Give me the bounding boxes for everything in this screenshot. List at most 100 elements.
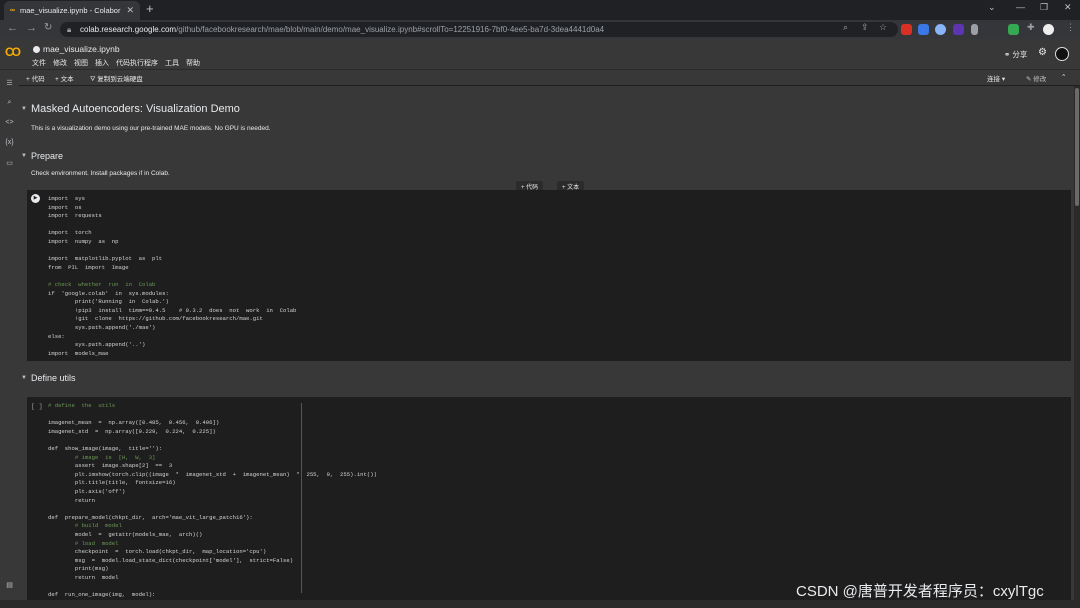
tab-search-icon[interactable]: ⌄ — [988, 2, 996, 13]
notebook-title: Masked Autoencoders: Visualization Demo — [31, 103, 240, 115]
menu-help[interactable]: 帮助 — [186, 58, 200, 68]
colab-logo[interactable]: CO — [5, 45, 21, 59]
extension-icon-2[interactable] — [918, 24, 929, 35]
share-button[interactable]: ⚭ 分享 — [1004, 49, 1027, 60]
add-code-button[interactable]: + 代码 — [26, 73, 45, 83]
terminal-icon[interactable]: ▤ — [4, 581, 15, 589]
lock-icon: 🔒︎ — [67, 25, 72, 34]
minimize-icon[interactable]: — — [1016, 2, 1025, 12]
extensions-puzzle-icon[interactable]: ✚ — [1027, 22, 1035, 33]
code-cell-utils[interactable]: [ ] # define the utils imagenet_mean = np… — [27, 397, 1071, 602]
extension-icon-4[interactable] — [953, 24, 964, 35]
browser-tab[interactable]: ∞ mae_visualize.ipynb - Colabor ✕ — [4, 1, 140, 20]
run-cell-icon[interactable]: ▶ — [31, 194, 40, 203]
code-line: model = getattr(models_mae, arch)() — [48, 530, 203, 538]
extension-icon-6[interactable] — [1008, 24, 1019, 35]
tab-title: mae_visualize.ipynb - Colabor — [20, 6, 121, 15]
close-tab-icon[interactable]: ✕ — [126, 5, 134, 16]
reload-icon[interactable]: ↻ — [44, 22, 52, 33]
new-tab-icon[interactable]: + — [146, 1, 154, 16]
extension-icon-1[interactable] — [901, 24, 912, 35]
forward-icon[interactable]: → — [26, 22, 37, 34]
settings-gear-icon[interactable]: ⚙ — [1038, 47, 1047, 58]
copy-to-drive-button[interactable]: ⛛ 复制到云端硬盘 — [90, 73, 143, 84]
section-prepare: ▼ Prepare — [19, 151, 1074, 161]
code-line: def prepare_model(chkpt_dir, arch='mae_v… — [48, 513, 253, 521]
edit-mode-button[interactable]: ✎ 修改 — [1026, 73, 1046, 83]
browser-tab-bar: ∞ mae_visualize.ipynb - Colabor ✕ + ⌄ — … — [0, 0, 1080, 20]
add-text-button[interactable]: + 文本 — [55, 73, 74, 83]
menu-tools[interactable]: 工具 — [165, 58, 179, 68]
code-editor[interactable]: # define the utils imagenet_mean = np.arr… — [48, 402, 377, 600]
github-icon — [33, 46, 40, 53]
intro-text: This is a visualization demo using our p… — [31, 125, 271, 132]
code-line: plt.axis('off') — [48, 487, 126, 495]
extension-icon-5[interactable] — [971, 24, 978, 35]
menu-runtime[interactable]: 代码执行程序 — [116, 58, 158, 68]
close-window-icon[interactable]: ✕ — [1064, 2, 1072, 13]
profile-icon[interactable] — [1043, 24, 1054, 35]
files-folder-icon[interactable]: ▭ — [4, 159, 15, 167]
toc-icon[interactable]: ☰ — [4, 79, 15, 87]
menu-insert[interactable]: 插入 — [95, 58, 109, 68]
code-editor[interactable]: import sys import os import requests import… — [48, 195, 296, 358]
connect-label: 连接 — [987, 76, 1000, 83]
utils-heading: Define utils — [31, 373, 76, 383]
url-input[interactable]: 🔒︎ colab.research.google.com/github/faceb… — [60, 22, 898, 37]
menu-file[interactable]: 文件 — [32, 58, 46, 68]
scrollbar-thumb[interactable] — [1075, 88, 1079, 206]
code-line: import os — [48, 203, 82, 211]
bookmark-star-icon[interactable]: ☆ — [879, 22, 887, 33]
browser-address-bar: ← → ↻ 🔒︎ colab.research.google.com/github… — [0, 20, 1080, 39]
collapse-caret-icon[interactable]: ▼ — [21, 153, 31, 159]
code-line: def show_image(image, title=''): — [48, 444, 163, 452]
code-cell-prepare[interactable]: ▶ import sys import os import requests impo… — [27, 190, 1071, 361]
execution-count[interactable]: [ ] — [31, 403, 43, 410]
browser-menu-icon[interactable]: ⋮ — [1066, 22, 1075, 33]
section-title: ▼ Masked Autoencoders: Visualization Dem… — [19, 103, 1074, 115]
code-line: # load model — [48, 539, 119, 547]
variables-icon[interactable]: {x} — [4, 139, 15, 146]
code-line: import numpy as np — [48, 237, 119, 245]
extension-icon-3[interactable] — [935, 24, 946, 35]
code-line: sys.path.append('./mae') — [48, 323, 156, 331]
menu-view[interactable]: 视图 — [74, 58, 88, 68]
url-host: colab.research.google.com — [80, 25, 177, 34]
avatar[interactable] — [1055, 47, 1069, 61]
collapse-header-icon[interactable]: ⌃ — [1061, 73, 1066, 81]
restore-icon[interactable]: ❐ — [1040, 2, 1048, 13]
code-line: checkpoint = torch.load(chkpt_dir, map_l… — [48, 548, 267, 556]
code-line: import requests — [48, 212, 102, 220]
search-icon[interactable]: ⌕ — [4, 99, 15, 107]
notebook-name[interactable]: mae_visualize.ipynb — [33, 44, 120, 54]
code-line: import sys — [48, 195, 85, 202]
menu-bar: 文件 修改 视图 插入 代码执行程序 工具 帮助 — [32, 58, 200, 68]
notebook-name-text: mae_visualize.ipynb — [43, 44, 120, 54]
back-icon[interactable]: ← — [7, 22, 18, 34]
connect-button[interactable]: 连接 ▾ — [987, 73, 1005, 83]
collapse-caret-icon[interactable]: ▼ — [21, 375, 31, 381]
code-line: if 'google.colab' in sys.modules: — [48, 289, 169, 297]
left-rail: ☰ ⌕ <> {x} ▭ ▤ — [0, 70, 19, 602]
status-bar — [0, 600, 1080, 608]
zoom-icon[interactable]: ⌕ — [843, 22, 848, 33]
code-snippets-icon[interactable]: <> — [4, 119, 15, 126]
code-line: print(msg) — [48, 565, 109, 573]
colab-header: CO mae_visualize.ipynb 文件 修改 视图 插入 代码执行程… — [0, 39, 1080, 69]
menu-edit[interactable]: 修改 — [53, 58, 67, 68]
code-line: print('Running in Colab.') — [48, 298, 169, 306]
code-line: sys.path.append('..') — [48, 341, 146, 349]
edit-label: 修改 — [1033, 76, 1047, 83]
share-label: 分享 — [1012, 50, 1028, 59]
code-line: # define the utils — [48, 402, 116, 409]
share-page-icon[interactable]: ⇪ — [861, 22, 869, 33]
collapse-caret-icon[interactable]: ▼ — [21, 106, 31, 112]
code-line: def run_one_image(img, model): — [48, 591, 156, 599]
code-line: plt.title(title, fontsize=16) — [48, 479, 176, 487]
